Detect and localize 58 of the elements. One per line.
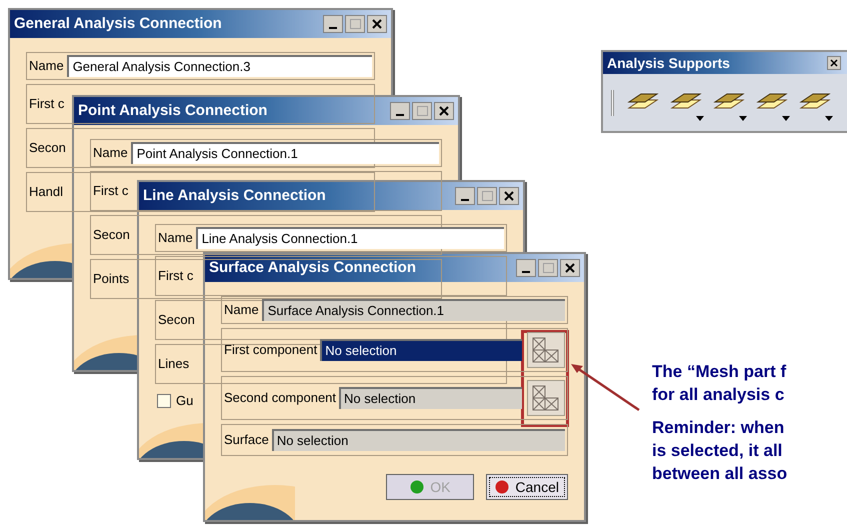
dropdown-arrow-icon: [739, 116, 747, 120]
toolbar-title: Analysis Supports: [607, 54, 730, 73]
ok-dot-icon: [410, 480, 424, 494]
cancel-dot-icon: [495, 480, 510, 494]
close-icon: [504, 191, 514, 201]
field-label: Secon: [29, 139, 67, 158]
name-field[interactable]: Line Analysis Connection.1: [196, 227, 504, 249]
checkbox-label: Gu: [176, 392, 194, 410]
toolbar-close-button[interactable]: [827, 56, 841, 70]
selection-field[interactable]: No selection: [320, 339, 522, 361]
close-button[interactable]: [560, 259, 580, 277]
note-text: The “Mesh part f for all analysis c: [652, 361, 788, 406]
pointer-arrow: [569, 362, 641, 412]
field-label: Handl: [29, 183, 64, 202]
window-title: Point Analysis Connection: [78, 100, 268, 121]
window-title: Surface Analysis Connection: [209, 258, 416, 278]
field-label: Points: [93, 270, 130, 288]
mesh-part-button[interactable]: [527, 332, 565, 368]
toolbar-handle[interactable]: [611, 90, 614, 116]
close-button[interactable]: [499, 187, 519, 205]
field-label: Secon: [93, 226, 131, 244]
dropdown-arrow-icon: [696, 116, 704, 120]
field-label: First c: [158, 267, 194, 286]
close-icon: [439, 106, 449, 116]
field-label: Name: [93, 144, 129, 162]
name-field[interactable]: General Analysis Connection.3: [66, 55, 372, 77]
field-label: First component: [224, 341, 318, 360]
selection-field[interactable]: No selection: [339, 387, 522, 409]
field-label: Surface: [224, 431, 270, 450]
field-label: Second component: [224, 389, 338, 408]
note-text: Reminder: when is selected, it all between all asso: [652, 417, 788, 485]
close-icon: [830, 59, 838, 67]
mesh-grid-icon: [532, 337, 560, 363]
field-label: Name: [158, 229, 194, 248]
close-button[interactable]: [367, 15, 387, 33]
close-icon: [565, 263, 575, 273]
minimize-button[interactable]: [323, 15, 343, 33]
selection-field[interactable]: No selection: [272, 429, 565, 451]
window-title: General Analysis Connection: [14, 14, 222, 34]
field-label: First c: [93, 182, 130, 200]
dropdown-arrow-icon: [782, 116, 790, 120]
minimize-button[interactable]: [516, 259, 536, 277]
minimize-button[interactable]: [390, 102, 410, 120]
field-label: Name: [29, 57, 65, 76]
mesh-part-button[interactable]: [527, 380, 565, 416]
field-label: First c: [29, 95, 66, 114]
checkbox[interactable]: [157, 394, 171, 408]
mesh-grid-icon: [532, 385, 560, 411]
field-label: Secon: [158, 311, 196, 330]
close-button[interactable]: [434, 102, 454, 120]
cancel-button[interactable]: Cancel: [486, 474, 568, 500]
dropdown-arrow-icon: [825, 116, 833, 120]
field-label: Lines: [158, 355, 190, 374]
name-field[interactable]: Point Analysis Connection.1: [130, 142, 439, 164]
window-title: Line Analysis Connection: [143, 186, 326, 206]
minimize-button[interactable]: [455, 187, 475, 205]
field-label: Name: [224, 301, 260, 320]
close-icon: [372, 19, 382, 29]
